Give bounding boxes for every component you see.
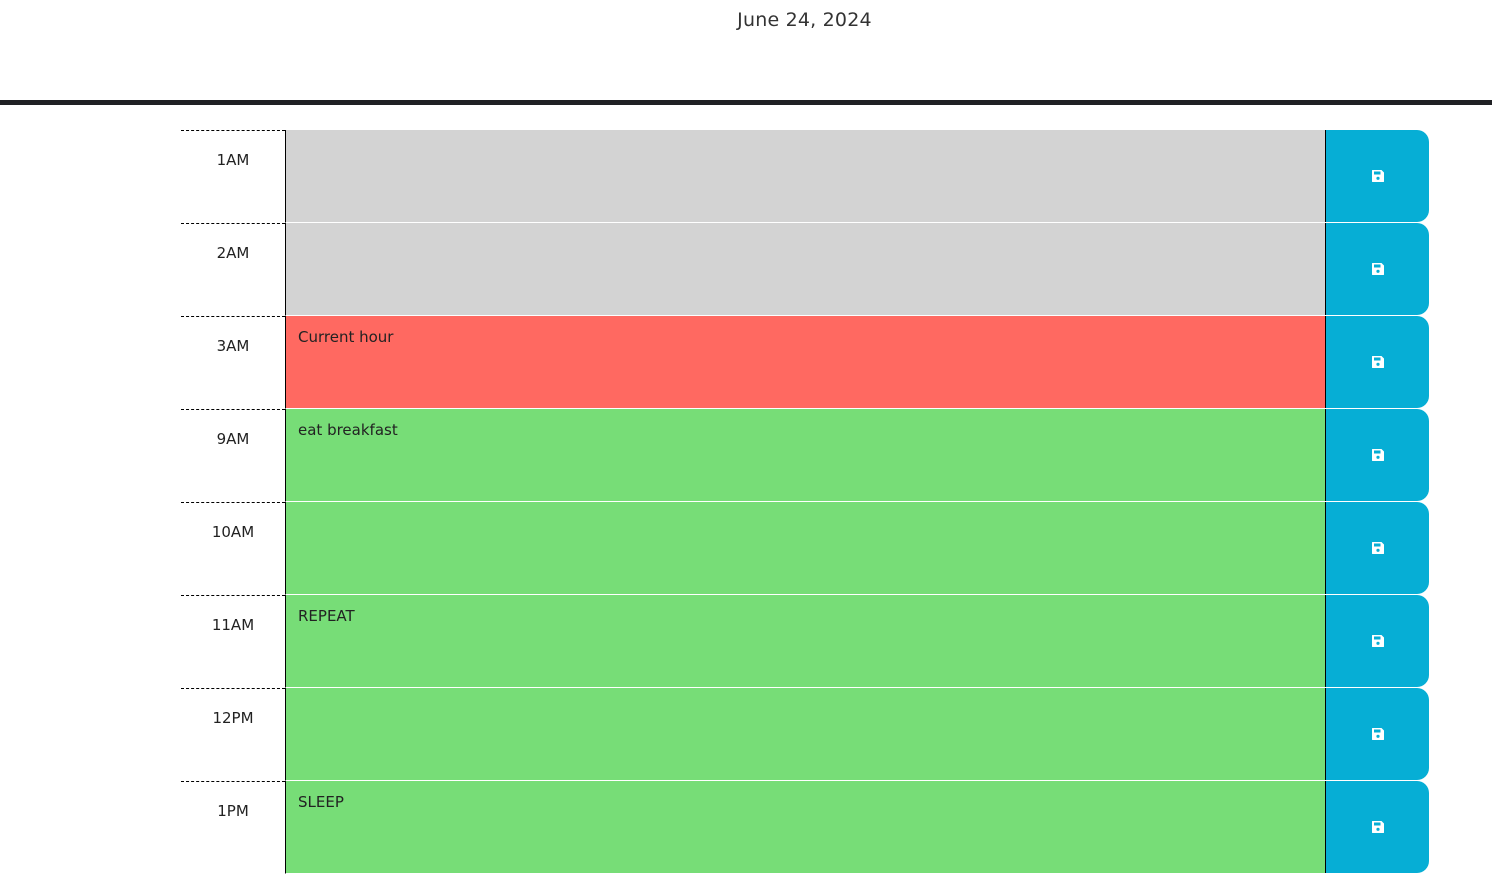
save-icon — [1371, 728, 1384, 740]
save-button[interactable] — [1325, 223, 1429, 315]
time-block-2am: 2AM — [181, 223, 1429, 316]
time-block-1am: 1AM — [181, 130, 1429, 223]
save-icon — [1371, 542, 1384, 554]
event-description-input[interactable] — [285, 223, 1325, 316]
hour-label: 10AM — [181, 502, 285, 595]
event-description-input[interactable]: REPEAT — [285, 595, 1325, 688]
save-icon — [1371, 170, 1384, 182]
save-button[interactable] — [1325, 595, 1429, 687]
save-icon — [1371, 449, 1384, 461]
hour-label: 12PM — [181, 688, 285, 781]
save-button[interactable] — [1325, 316, 1429, 408]
hour-label: 1AM — [181, 130, 285, 223]
hour-label: 2AM — [181, 223, 285, 316]
time-block-10am: 10AM — [181, 502, 1429, 595]
time-block-9am: 9AM eat breakfast — [181, 409, 1429, 502]
save-button[interactable] — [1325, 688, 1429, 780]
time-block-11am: 11AM REPEAT — [181, 595, 1429, 688]
time-block-3am: 3AM Current hour — [181, 316, 1429, 409]
event-description-input[interactable]: SLEEP — [285, 781, 1325, 874]
hour-label: 3AM — [181, 316, 285, 409]
time-block-1pm: 1PM SLEEP — [181, 781, 1429, 874]
hour-label: 11AM — [181, 595, 285, 688]
hour-label: 1PM — [181, 781, 285, 874]
event-description-input[interactable] — [285, 130, 1325, 223]
event-description-input[interactable]: eat breakfast — [285, 409, 1325, 502]
save-icon — [1371, 821, 1384, 833]
save-button[interactable] — [1325, 502, 1429, 594]
save-button[interactable] — [1325, 781, 1429, 873]
header: June 24, 2024 — [0, 0, 1492, 100]
planner-container: 1AM 2AM 3AM Current hour 9AM eat breakfa… — [181, 130, 1429, 874]
time-block-12pm: 12PM — [181, 688, 1429, 781]
event-description-input[interactable]: Current hour — [285, 316, 1325, 409]
save-button[interactable] — [1325, 409, 1429, 501]
save-button[interactable] — [1325, 130, 1429, 222]
event-description-input[interactable] — [285, 688, 1325, 781]
save-icon — [1371, 635, 1384, 647]
save-icon — [1371, 263, 1384, 275]
save-icon — [1371, 356, 1384, 368]
hour-label: 9AM — [181, 409, 285, 502]
event-description-input[interactable] — [285, 502, 1325, 595]
current-date: June 24, 2024 — [737, 9, 872, 31]
header-divider — [0, 100, 1492, 105]
